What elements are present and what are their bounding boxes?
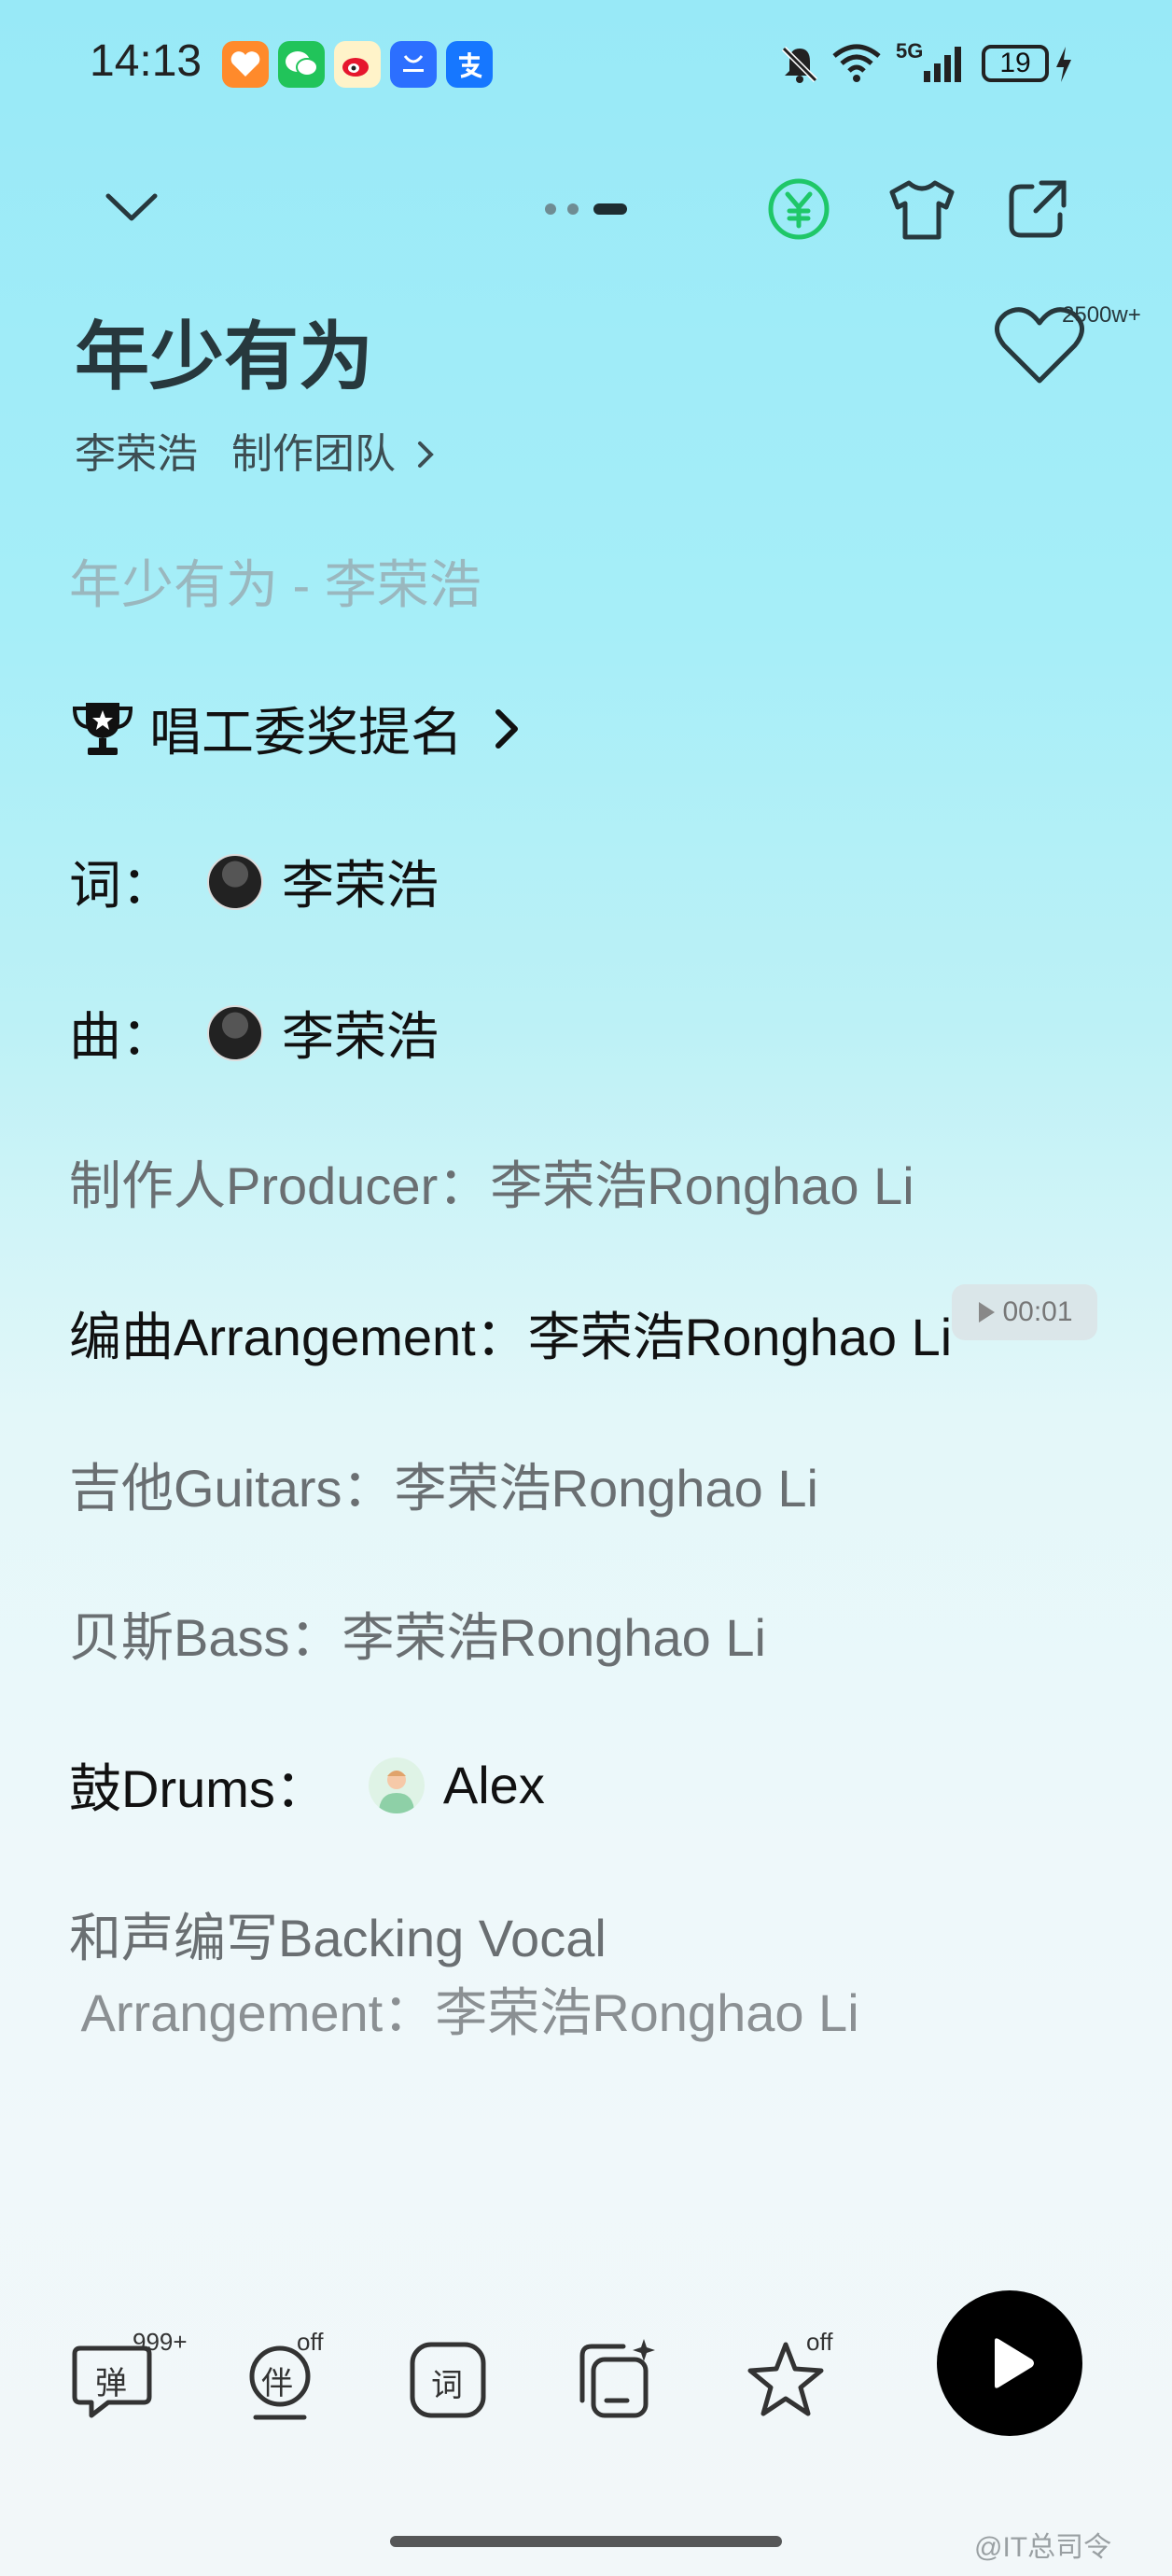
alipay-icon <box>446 41 493 88</box>
accompaniment-label: 伴 <box>261 2365 293 2402</box>
lyrics-mode-label: 词 <box>431 2367 463 2404</box>
lyric-line-guitars[interactable]: 吉他Guitars：李荣浩Ronghao Li <box>69 1447 818 1522</box>
play-button[interactable] <box>937 2290 1082 2436</box>
wifi-icon <box>830 43 883 88</box>
status-time: 14:13 <box>90 36 202 86</box>
appmarket-icon <box>390 41 437 88</box>
lyric-line-arrangement[interactable]: 编曲Arrangement：李荣浩Ronghao Li <box>69 1295 952 1371</box>
lyric-line-producer[interactable]: 制作人Producer：李荣浩Ronghao Li <box>69 1144 914 1220</box>
lyricist-name[interactable]: 李荣浩 <box>282 844 439 919</box>
favorite-badge: off <box>806 2328 833 2356</box>
composer-label: 曲： <box>69 1007 174 1066</box>
lyric-line-backing-1[interactable]: 和声编写Backing Vocal <box>69 1897 607 1972</box>
lyric-line-bass[interactable]: 贝斯Bass：李荣浩Ronghao Li <box>69 1596 766 1672</box>
weibo-icon <box>334 41 381 88</box>
drums-name[interactable]: Alex <box>443 1755 545 1815</box>
danmu-badge: 999+ <box>133 2328 188 2356</box>
award-label: 唱工委奖提名 <box>149 703 463 762</box>
signal-icon <box>922 43 967 88</box>
credits-team-label: 制作团队 <box>231 430 396 478</box>
avatar[interactable] <box>207 853 263 910</box>
avatar[interactable] <box>207 1004 263 1061</box>
accompaniment-badge: off <box>297 2328 324 2356</box>
skin-shirt-icon[interactable] <box>883 175 961 246</box>
lyric-line-backing-2[interactable]: Arrangement：李荣浩Ronghao Li <box>69 1971 858 2047</box>
ai-card-icon <box>579 2339 655 2418</box>
health-icon <box>222 41 269 88</box>
chevron-right-icon <box>418 441 434 468</box>
like-count: 2500w+ <box>1062 302 1141 328</box>
danmu-label: 弹 <box>95 2365 127 2402</box>
wechat-icon <box>278 41 325 88</box>
lyricist-label: 词： <box>69 856 174 915</box>
battery-indicator: 19 <box>982 45 1049 82</box>
share-icon[interactable] <box>1004 175 1071 246</box>
lyrics-mode-button[interactable]: 词 <box>401 2333 495 2427</box>
avatar[interactable] <box>368 1757 425 1813</box>
charging-icon <box>1053 45 1075 88</box>
watermark: @IT总司令 <box>974 2532 1112 2563</box>
page-indicator <box>541 200 631 222</box>
play-small-icon <box>979 1302 996 1323</box>
drums-row: 鼓Drums： Alex <box>69 1747 545 1823</box>
mute-icon <box>778 43 821 90</box>
lyricist-row: 词： 李荣浩 <box>69 844 439 919</box>
credits-team-link[interactable]: 制作团队 <box>231 420 439 480</box>
seek-time-pill[interactable]: 00:01 <box>952 1284 1097 1340</box>
vip-yuan-icon[interactable] <box>765 175 832 246</box>
drums-label: 鼓Drums： <box>69 1759 328 1818</box>
seek-time: 00:01 <box>1002 1296 1073 1327</box>
trophy-icon <box>72 702 133 755</box>
song-title: 年少有为 <box>75 314 373 400</box>
play-icon <box>995 2338 1034 2388</box>
network-label: 5G <box>896 39 924 63</box>
home-indicator[interactable] <box>390 2536 782 2547</box>
artist-link[interactable]: 李荣浩 <box>75 420 198 480</box>
lyric-line-title[interactable]: 年少有为 - 李荣浩 <box>69 543 481 619</box>
award-link[interactable]: 唱工委奖提名 <box>69 691 526 766</box>
composer-row: 曲： 李荣浩 <box>69 995 439 1071</box>
ai-poster-button[interactable] <box>569 2333 663 2427</box>
collapse-chevron-icon[interactable] <box>99 183 164 233</box>
chevron-right-icon <box>495 708 518 749</box>
composer-name[interactable]: 李荣浩 <box>282 995 439 1071</box>
